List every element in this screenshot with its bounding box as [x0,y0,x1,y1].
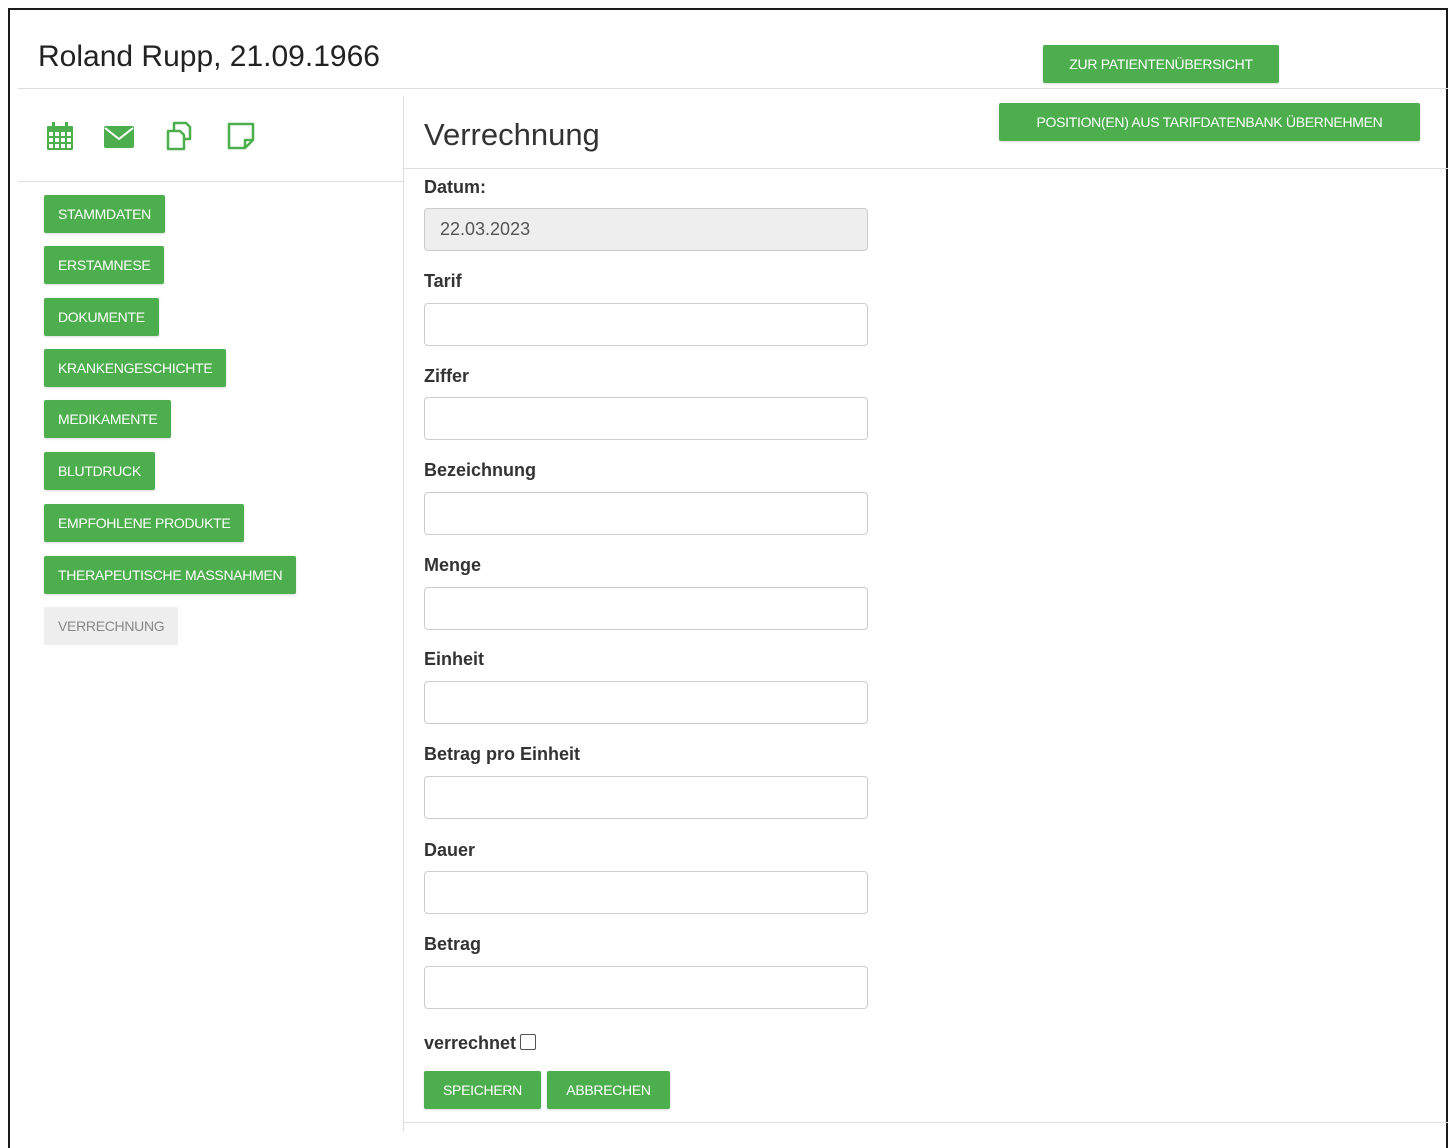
dauer-field[interactable] [424,871,868,914]
verrechnet-label: verrechnet [424,1033,517,1053]
sidebar-divider [18,181,403,182]
ziffer-label: Ziffer [424,366,469,386]
datum-label: Datum: [424,177,486,197]
cancel-button[interactable]: ABBRECHEN [547,1071,670,1109]
verrechnet-checkbox[interactable] [520,1034,536,1050]
calendar-icon[interactable] [44,120,76,152]
column-divider [403,96,404,1131]
copy-icon[interactable] [164,119,196,151]
sidebar-item-empfohlene-produkte[interactable]: EMPFOHLENE PRODUKTE [44,504,245,542]
sidebar-item-krankengeschichte[interactable]: KRANKENGESCHICHTE [44,349,227,387]
envelope-icon[interactable] [103,120,135,152]
betrag-pro-einheit-label: Betrag pro Einheit [424,744,581,764]
sidebar-item-dokumente[interactable]: DOKUMENTE [44,298,159,336]
dauer-label: Dauer [424,840,476,860]
tarif-field[interactable] [424,303,868,346]
einheit-field[interactable] [424,681,868,724]
tarif-label: Tarif [424,271,462,291]
ziffer-field[interactable] [424,397,868,440]
menge-label: Menge [424,555,482,575]
betrag-label: Betrag [424,934,482,954]
sidebar-item-medikamente[interactable]: MEDIKAMENTE [44,400,172,438]
form-bottom-divider [404,1122,1448,1123]
menge-field[interactable] [424,587,868,630]
datum-field[interactable] [424,208,868,251]
bezeichnung-field[interactable] [424,492,868,535]
sidebar-item-verrechnung[interactable]: VERRECHNUNG [44,607,179,645]
header-divider [18,88,1448,89]
note-icon[interactable] [225,120,257,152]
main-header-divider [404,168,1448,169]
page-title: Verrechnung [424,117,600,152]
import-tariff-positions-button[interactable]: POSITION(EN) AUS TARIFDATENBANK ÜBERNEHM… [999,103,1420,141]
betrag-pro-einheit-field[interactable] [424,776,868,819]
einheit-label: Einheit [424,649,485,669]
sidebar-item-therapeutische-massnahmen[interactable]: THERAPEUTISCHE MASSNAHMEN [44,556,297,594]
bezeichnung-label: Bezeichnung [424,460,537,480]
patient-overview-button[interactable]: ZUR PATIENTENÜBERSICHT [1043,45,1279,83]
sidebar-item-blutdruck[interactable]: BLUTDRUCK [44,452,155,490]
save-button[interactable]: SPEICHERN [424,1071,541,1109]
betrag-field[interactable] [424,966,868,1009]
sidebar-item-erstamnese[interactable]: ERSTAMNESE [44,246,165,284]
sidebar-item-stammdaten[interactable]: STAMMDATEN [44,195,165,233]
patient-name: Roland Rupp, 21.09.1966 [38,40,380,73]
